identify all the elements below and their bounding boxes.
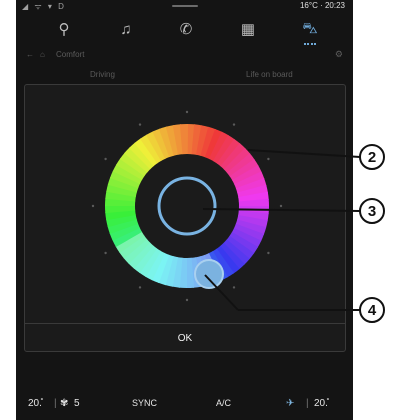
- callout-line-2: [247, 149, 361, 158]
- callout-2: 2: [359, 144, 385, 170]
- callout-lines: [202, 149, 361, 311]
- callout-line-3: [202, 208, 361, 212]
- callout-4: 4: [359, 297, 385, 323]
- callout-line-4: [204, 274, 239, 311]
- callout-3: 3: [359, 198, 385, 224]
